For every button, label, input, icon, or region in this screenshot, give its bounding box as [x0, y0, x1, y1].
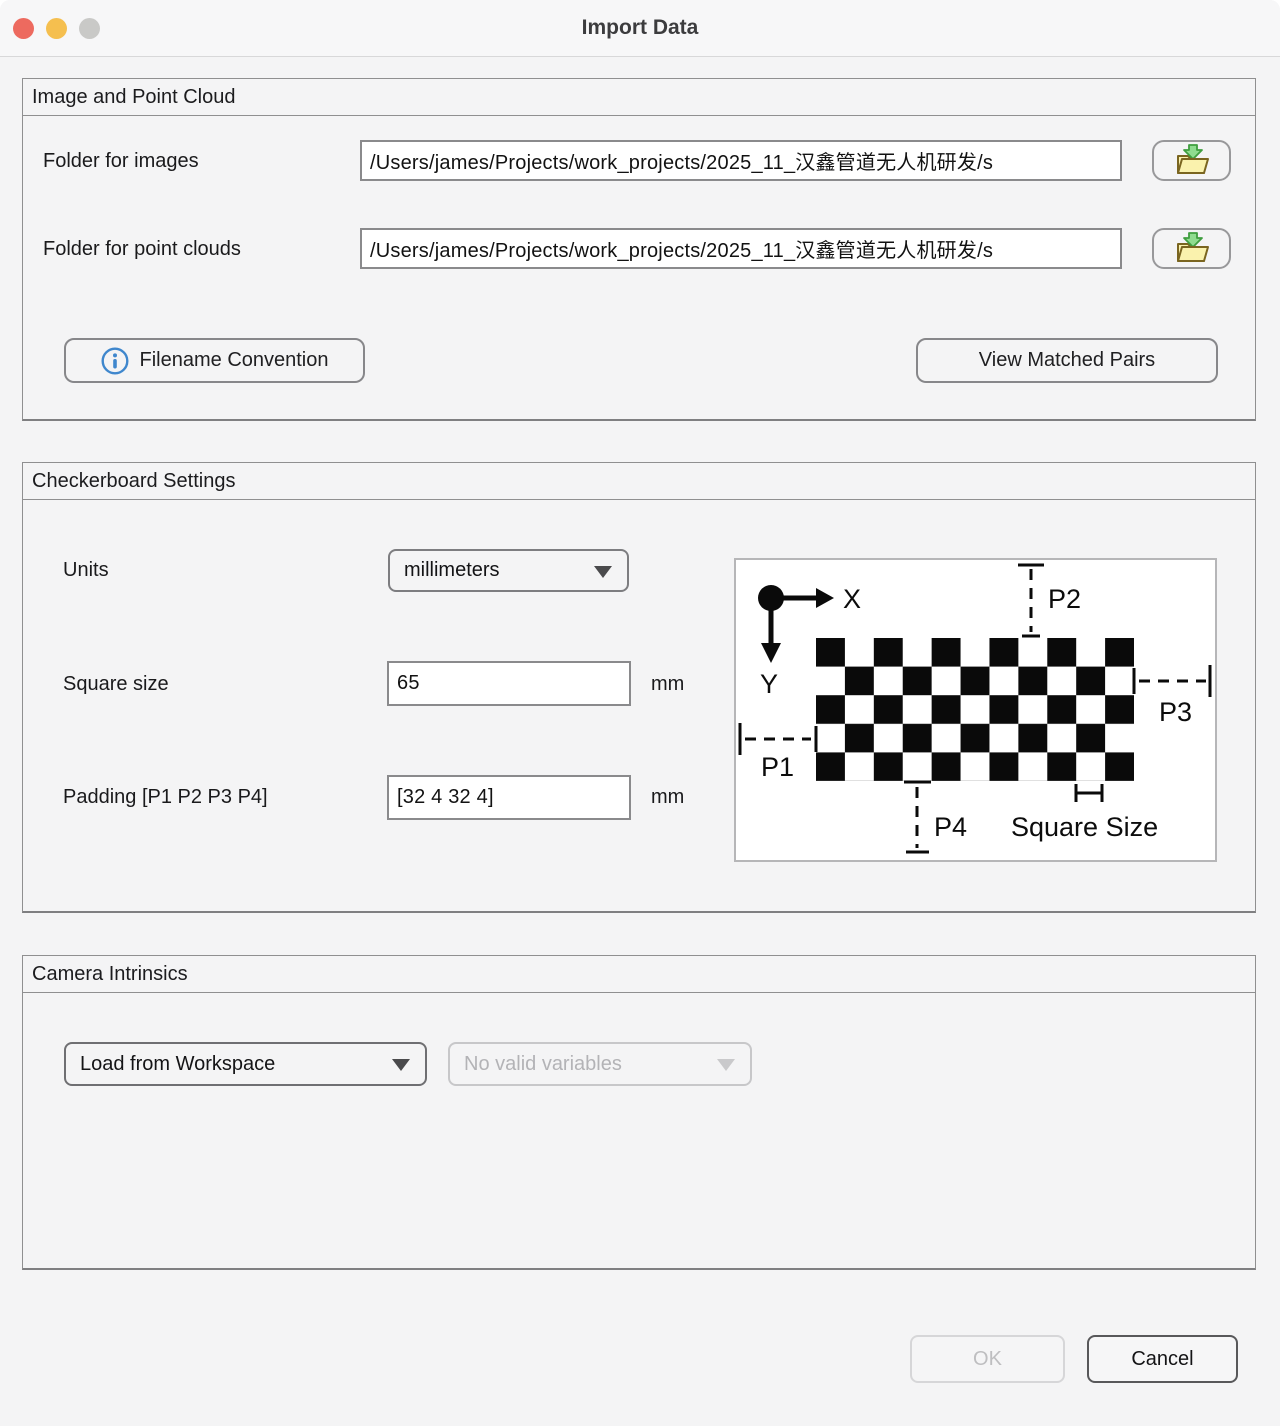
section-checkerboard-settings: Checkerboard Settings Units millimeters …: [22, 462, 1256, 913]
folder-for-images-input[interactable]: [360, 140, 1122, 181]
section-image-and-point-cloud: Image and Point Cloud Folder for images …: [22, 78, 1256, 421]
browse-images-folder-button[interactable]: [1152, 140, 1231, 181]
folder-for-images-label: Folder for images: [43, 150, 199, 173]
padding-label: Padding [P1 P2 P3 P4]: [63, 786, 268, 809]
title-bar: Import Data: [0, 0, 1280, 57]
filename-convention-button[interactable]: Filename Convention: [64, 338, 365, 383]
section-camera-intrinsics: Camera Intrinsics Load from Workspace No…: [22, 955, 1256, 1270]
units-select[interactable]: millimeters: [388, 549, 629, 592]
x-axis-label: X: [843, 584, 861, 614]
close-button[interactable]: [13, 18, 34, 39]
units-label: Units: [63, 559, 109, 582]
open-folder-icon: [1172, 230, 1212, 268]
window-title: Import Data: [582, 16, 699, 40]
p4-dimension-line: [904, 782, 931, 852]
y-axis-label: Y: [760, 669, 778, 699]
ok-button[interactable]: OK: [910, 1335, 1065, 1383]
window-controls: [13, 0, 100, 56]
padding-unit: mm: [651, 786, 684, 809]
intrinsics-variable-selected-value: No valid variables: [464, 1053, 622, 1076]
square-size-diagram-label: Square Size: [1011, 812, 1158, 842]
chevron-down-icon: [717, 1059, 735, 1071]
checkerboard-diagram-graphic: X Y P2 P3: [736, 560, 1215, 860]
p1-dimension-line: [740, 723, 816, 755]
filename-convention-label: Filename Convention: [140, 349, 329, 372]
checkerboard-pattern: [816, 638, 1134, 781]
intrinsics-source-selected-value: Load from Workspace: [80, 1053, 275, 1076]
checkerboard-diagram: X Y P2 P3: [734, 558, 1217, 862]
section-title: Camera Intrinsics: [23, 956, 1255, 993]
browse-point-clouds-folder-button[interactable]: [1152, 228, 1231, 269]
p2-label: P2: [1048, 584, 1081, 614]
p2-dimension-line: [1018, 565, 1044, 636]
square-size-bracket: [1076, 784, 1102, 802]
padding-input[interactable]: [387, 775, 631, 820]
section-title: Checkerboard Settings: [23, 463, 1255, 500]
folder-for-point-clouds-label: Folder for point clouds: [43, 238, 241, 261]
minimize-button[interactable]: [46, 18, 67, 39]
chevron-down-icon: [594, 566, 612, 578]
square-size-unit: mm: [651, 673, 684, 696]
intrinsics-variable-select[interactable]: No valid variables: [448, 1042, 752, 1086]
fullscreen-button[interactable]: [79, 18, 100, 39]
p3-dimension-line: [1134, 665, 1210, 697]
open-folder-icon: [1172, 142, 1212, 180]
intrinsics-source-select[interactable]: Load from Workspace: [64, 1042, 427, 1086]
cancel-button[interactable]: Cancel: [1087, 1335, 1238, 1383]
chevron-down-icon: [392, 1059, 410, 1071]
square-size-label: Square size: [63, 673, 169, 696]
dialog-content: Image and Point Cloud Folder for images …: [0, 57, 1280, 1426]
p3-label: P3: [1159, 697, 1192, 727]
square-size-input[interactable]: [387, 661, 631, 706]
view-matched-pairs-button[interactable]: View Matched Pairs: [916, 338, 1218, 383]
section-title: Image and Point Cloud: [23, 79, 1255, 116]
units-selected-value: millimeters: [404, 559, 500, 582]
info-icon: [101, 347, 129, 375]
p1-label: P1: [761, 752, 794, 782]
folder-for-point-clouds-input[interactable]: [360, 228, 1122, 269]
p4-label: P4: [934, 812, 967, 842]
import-data-dialog: Import Data Image and Point Cloud Folder…: [0, 0, 1280, 1426]
